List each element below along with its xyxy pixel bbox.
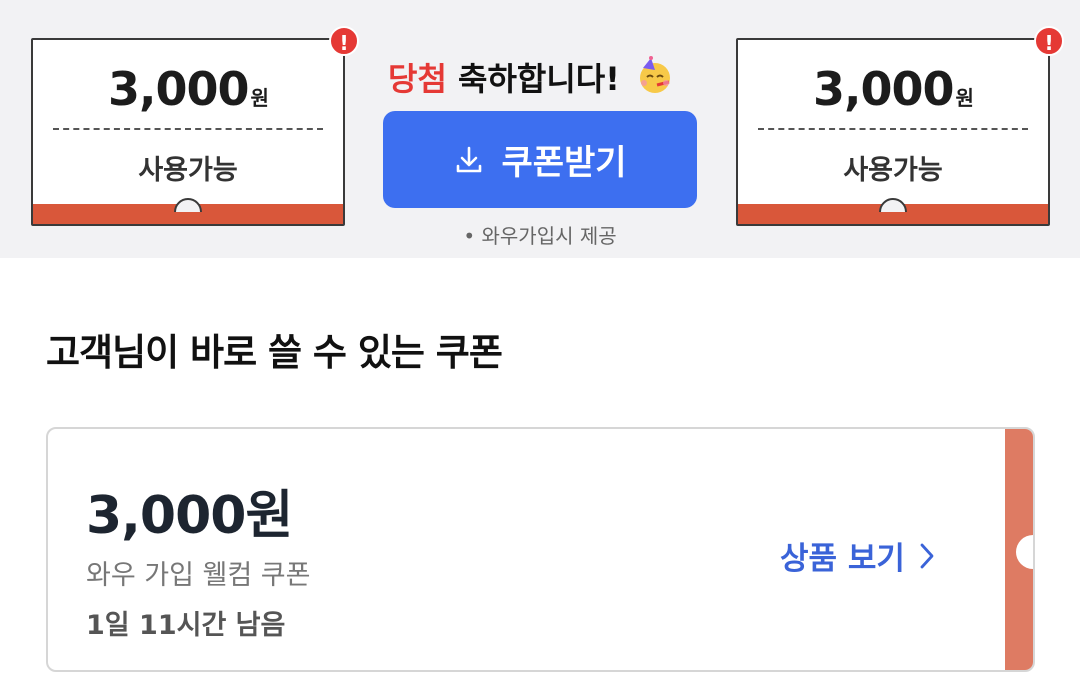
download-icon xyxy=(457,146,482,172)
section-title: 고객님이 바로 쓸 수 있는 쿠폰 xyxy=(46,331,503,374)
coupon-amount: 3,000원 xyxy=(86,486,293,546)
alert-icon: ! xyxy=(1034,26,1064,56)
mini-coupon-amount: 3,000 원 xyxy=(108,62,269,116)
mini-coupon-amount: 3,000 원 xyxy=(813,62,974,116)
coupon-remaining-time: 1일 11시간 남음 xyxy=(86,610,286,641)
download-coupon-button[interactable]: 쿠폰받기 xyxy=(383,111,697,208)
mini-coupon-left: 3,000 원 사용가능 ! xyxy=(31,26,359,226)
party-face-icon xyxy=(639,56,670,93)
dashed-divider xyxy=(758,128,1028,130)
dashed-divider xyxy=(53,128,323,130)
mini-coupon-right: 3,000 원 사용가능 ! xyxy=(736,26,1064,226)
coupon-card[interactable]: 3,000원 와우 가입 웰컴 쿠폰 1일 11시간 남음 상품 보기 xyxy=(46,427,1035,672)
coupon-banner: 3,000원 사용가능 ! 당첨 축하합니다! 쿠폰받기 • 와우가입시 제공 xyxy=(0,0,1080,258)
congrats-message: 당첨 축하합니다! xyxy=(388,54,704,100)
view-products-label: 상품 보기 xyxy=(780,541,905,577)
mini-coupon-status: 사용가능 xyxy=(843,155,943,186)
provide-note: • 와우가입시 제공 xyxy=(463,224,617,248)
chevron-right-icon xyxy=(920,543,934,568)
alert-icon: ! xyxy=(329,26,359,56)
download-button-label: 쿠폰받기 xyxy=(501,143,627,183)
view-products-link[interactable]: 상품 보기 xyxy=(780,533,935,578)
coupon-name: 와우 가입 웰컴 쿠폰 xyxy=(86,560,311,591)
mini-coupon-status: 사용가능 xyxy=(138,155,238,186)
